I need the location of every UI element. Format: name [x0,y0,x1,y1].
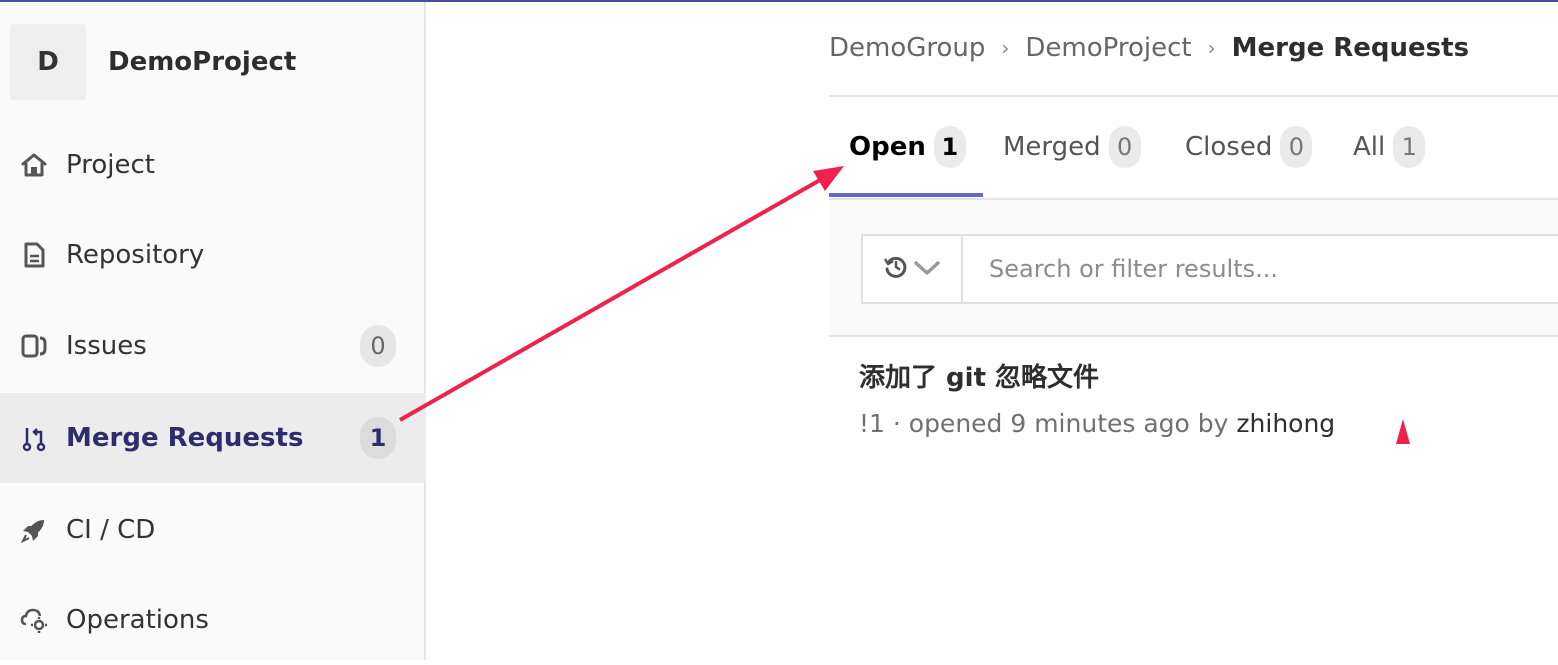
filter-box [861,234,1558,304]
breadcrumb-group[interactable]: DemoGroup [829,33,985,63]
sidebar-item-label: Project [66,150,155,180]
list-item: 添加了 git 忽略文件 !1 · opened 9 minutes ago b… [859,358,1335,442]
document-icon [20,241,48,269]
merge-request-title[interactable]: 添加了 git 忽略文件 [859,358,1335,398]
project-avatar[interactable]: D [10,24,86,100]
cloud-gear-icon [20,606,48,634]
history-icon [883,254,909,284]
sidebar-item-issues[interactable]: Issues 0 [0,301,426,391]
merge-requests-count-badge: 1 [360,417,396,459]
sidebar-item-label: Issues [66,331,147,361]
sidebar-item-project[interactable]: Project [0,120,426,210]
tab-count-badge: 0 [1280,126,1313,168]
tab-label: Open [849,132,926,162]
state-tabs: Open 1 Merged 0 Closed 0 All 1 [829,97,1558,199]
tab-label: Merged [1003,132,1101,162]
filter-bar [829,200,1558,337]
merge-request-author[interactable]: zhihong [1236,409,1335,438]
sidebar-item-operations[interactable]: Operations [0,575,426,665]
breadcrumb-separator: › [1001,36,1010,60]
merge-request-meta: !1 · opened 9 minutes ago by zhihong [859,406,1335,442]
sidebar-item-label: Operations [66,605,209,635]
sidebar-item-repository[interactable]: Repository [0,210,426,300]
annotation-arrow-line [399,178,821,422]
sidebar-item-merge-requests[interactable]: Merge Requests 1 [0,393,426,483]
issues-count-badge: 0 [360,325,396,367]
tab-merged[interactable]: Merged 0 [1003,97,1141,197]
annotation-cursor-marker [1396,419,1410,444]
merge-request-icon [20,424,48,452]
recent-searches-button[interactable] [863,236,963,302]
rocket-icon [20,516,48,544]
home-icon [20,151,48,179]
sidebar-item-ci-cd[interactable]: CI / CD [0,485,426,575]
tab-count-badge: 1 [1393,126,1426,168]
sidebar-item-label: Merge Requests [66,423,304,453]
merge-request-meta-text: !1 · opened 9 minutes ago by [859,409,1229,438]
breadcrumb: DemoGroup › DemoProject › Merge Requests [829,28,1469,68]
breadcrumb-current[interactable]: Merge Requests [1232,33,1469,63]
breadcrumb-project[interactable]: DemoProject [1025,33,1191,63]
sidebar: D DemoProject Project Repository Issues … [0,2,426,660]
tab-label: All [1353,132,1386,162]
tab-open[interactable]: Open 1 [849,97,966,197]
chevron-down-icon [913,257,941,281]
tab-all[interactable]: All 1 [1353,97,1426,197]
tab-closed[interactable]: Closed 0 [1185,97,1313,197]
breadcrumb-separator: › [1207,36,1216,60]
project-header[interactable]: D DemoProject [10,24,426,100]
sidebar-item-label: CI / CD [66,515,156,545]
tab-count-badge: 1 [933,126,966,168]
sidebar-item-label: Repository [66,240,205,270]
active-tab-indicator [829,193,983,197]
project-name[interactable]: DemoProject [108,47,296,77]
tab-count-badge: 0 [1108,126,1141,168]
search-input[interactable] [963,235,1558,303]
issues-icon [20,332,48,360]
tab-label: Closed [1185,132,1273,162]
